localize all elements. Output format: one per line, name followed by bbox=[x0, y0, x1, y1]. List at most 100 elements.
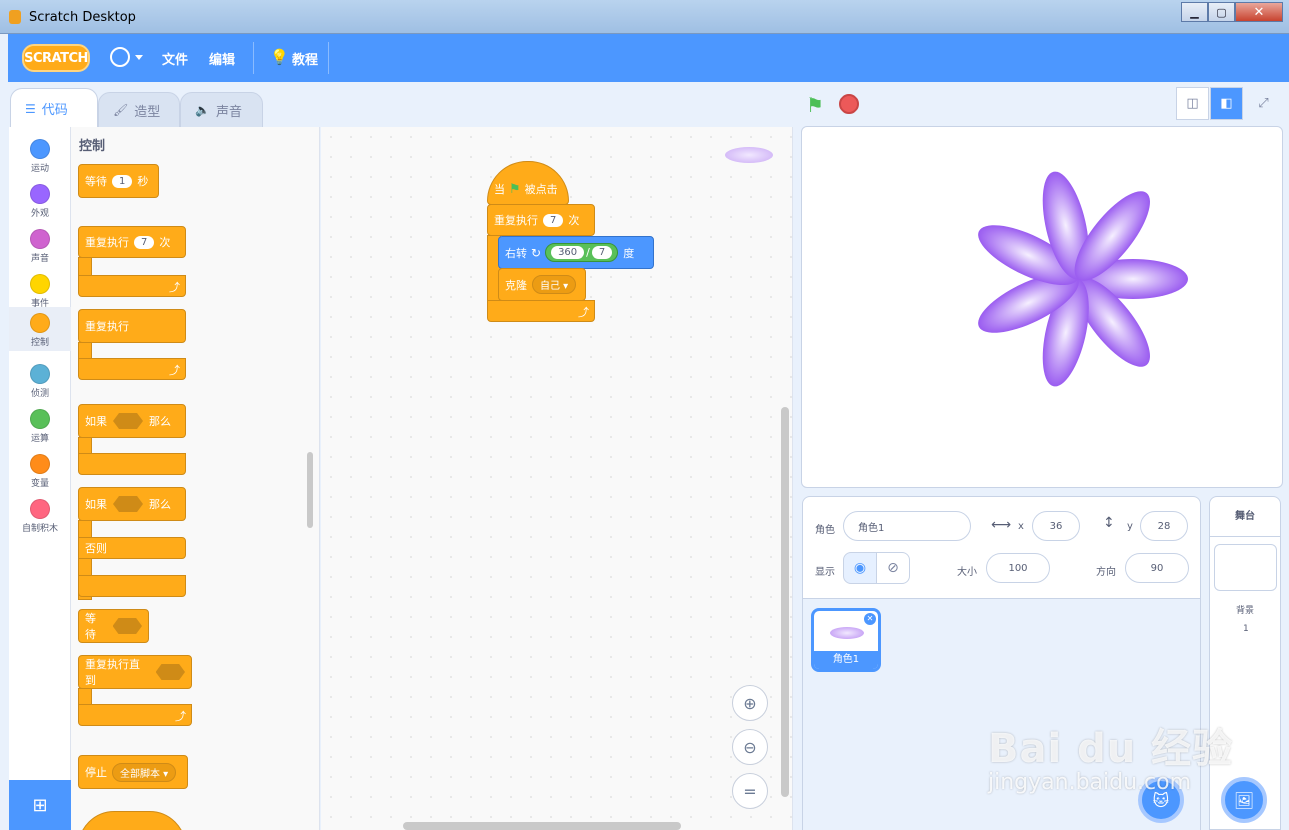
backdrops-count: 1 bbox=[1243, 624, 1249, 634]
tab-sounds[interactable]: 🔈 声音 bbox=[180, 92, 263, 128]
code-workspace[interactable]: 当 ⚑ 被点击 重复执行 7 次 右转 ↻ 360 / 7 度 克隆 自己 ▾ … bbox=[321, 127, 793, 830]
sprite-name-input[interactable]: 角色1 bbox=[843, 511, 971, 541]
loop-arrow-icon: ⤴ bbox=[578, 306, 589, 319]
zoom-reset-button[interactable]: = bbox=[732, 773, 768, 809]
tab-code-label: 代码 bbox=[41, 103, 68, 118]
block-label: 秒 bbox=[137, 175, 149, 188]
tab-costumes-label: 造型 bbox=[134, 104, 161, 120]
block-input[interactable]: 7 bbox=[134, 235, 155, 249]
category-motion[interactable]: 运动 bbox=[9, 133, 71, 177]
block-repeat-until[interactable]: 重复执行直到 bbox=[78, 655, 192, 689]
x-input[interactable]: 36 bbox=[1032, 511, 1080, 541]
zoom-in-button[interactable]: ⊕ bbox=[732, 685, 768, 721]
block-input[interactable]: 1 bbox=[112, 174, 133, 188]
hide-sprite-button[interactable]: ⊘ bbox=[876, 552, 910, 584]
category-menu: 运动 外观 声音 事件 控制 侦测 运算 变量 自制积木 bbox=[9, 127, 71, 830]
workspace-horizontal-scrollbar[interactable] bbox=[403, 822, 681, 830]
minimize-button[interactable]: ▁ bbox=[1181, 2, 1208, 22]
small-stage-icon: ◫ bbox=[1186, 96, 1199, 111]
close-button[interactable]: ✕ bbox=[1235, 2, 1283, 22]
block-input[interactable]: 7 bbox=[543, 213, 564, 227]
direction-input[interactable]: 90 bbox=[1125, 553, 1189, 583]
backdrops-label: 背景 bbox=[1236, 606, 1255, 616]
scratch-logo[interactable]: SCRATCH bbox=[22, 44, 90, 72]
tab-costumes[interactable]: 🖌 造型 bbox=[98, 92, 180, 128]
block-if-else[interactable]: 如果 那么 bbox=[78, 487, 186, 521]
maximize-button[interactable]: ▢ bbox=[1208, 2, 1235, 22]
block-dropdown[interactable]: 全部脚本 ▾ bbox=[112, 762, 177, 782]
category-variables[interactable]: 变量 bbox=[9, 448, 71, 492]
globe-icon[interactable] bbox=[110, 47, 130, 67]
category-sensing-dot bbox=[30, 364, 50, 384]
category-motion-dot bbox=[30, 139, 50, 159]
block-wait[interactable]: 等待 1 秒 bbox=[78, 164, 159, 198]
fullscreen-button[interactable]: ⤢ bbox=[1247, 87, 1280, 120]
tab-code[interactable]: ☰ 代码 bbox=[10, 88, 98, 128]
stop-button[interactable] bbox=[839, 94, 859, 114]
block-input[interactable]: 360 bbox=[551, 246, 585, 259]
y-label: y bbox=[1127, 521, 1133, 532]
category-label: 侦测 bbox=[30, 389, 49, 399]
menu-divider bbox=[328, 42, 329, 74]
operator-divide[interactable]: 360 / 7 bbox=[545, 243, 619, 262]
block-boolean-slot[interactable] bbox=[113, 496, 143, 512]
stage-canvas[interactable] bbox=[801, 126, 1283, 488]
brush-icon: 🖌 bbox=[113, 103, 129, 117]
block-boolean-slot[interactable] bbox=[112, 618, 142, 634]
direction-label: 方向 bbox=[1096, 567, 1116, 578]
sprite-name-label: 角色 bbox=[815, 525, 835, 536]
block-create-clone[interactable]: 克隆 自己 ▾ bbox=[498, 268, 586, 301]
block-stop[interactable]: 停止 全部脚本 ▾ bbox=[78, 755, 188, 789]
eye-icon: ◉ bbox=[853, 560, 867, 576]
category-label: 运算 bbox=[30, 434, 49, 444]
menu-edit[interactable]: 编辑 bbox=[209, 49, 235, 68]
add-extension-button[interactable]: ⊞ bbox=[9, 780, 71, 830]
block-when-flag-clicked[interactable]: 当 ⚑ 被点击 bbox=[487, 161, 569, 205]
window-titlebar: Scratch Desktop ▁ ▢ ✕ bbox=[0, 0, 1289, 34]
block-if-then[interactable]: 如果 那么 bbox=[78, 404, 186, 438]
menu-tutorials[interactable]: 教程 bbox=[292, 49, 318, 68]
block-boolean-slot[interactable] bbox=[113, 413, 143, 429]
size-label: 大小 bbox=[957, 567, 977, 578]
category-sensing[interactable]: 侦测 bbox=[9, 358, 71, 402]
category-label: 声音 bbox=[30, 254, 49, 264]
delete-sprite-icon[interactable]: ✕ bbox=[864, 613, 876, 625]
category-my-blocks[interactable]: 自制积木 bbox=[9, 493, 71, 537]
menu-divider bbox=[253, 42, 254, 74]
block-label: 重复执行 bbox=[85, 320, 129, 333]
palette-scrollbar[interactable] bbox=[307, 452, 313, 528]
block-forever[interactable]: 重复执行 bbox=[78, 309, 186, 343]
block-boolean-slot[interactable] bbox=[155, 664, 185, 680]
block-repeat[interactable]: 重复执行 7 次 bbox=[78, 226, 186, 258]
category-sound[interactable]: 声音 bbox=[9, 223, 71, 267]
sprite-card[interactable]: ✕ 角色1 bbox=[811, 608, 881, 672]
add-backdrop-button[interactable]: 🖼 bbox=[1221, 777, 1267, 823]
workspace-vertical-scrollbar[interactable] bbox=[781, 407, 789, 797]
show-sprite-button[interactable]: ◉ bbox=[843, 552, 877, 584]
lightbulb-icon[interactable]: 💡 bbox=[270, 48, 289, 66]
menu-file[interactable]: 文件 bbox=[162, 49, 188, 68]
zoom-out-icon: ⊖ bbox=[743, 737, 757, 757]
code-icon: ☰ bbox=[25, 101, 36, 116]
y-input[interactable]: 28 bbox=[1140, 511, 1188, 541]
category-operators[interactable]: 运算 bbox=[9, 403, 71, 447]
block-dropdown[interactable]: 自己 ▾ bbox=[532, 275, 577, 294]
block-repeat[interactable]: 重复执行 7 次 bbox=[487, 204, 595, 236]
green-flag-button[interactable]: ⚑ bbox=[806, 93, 824, 117]
category-control[interactable]: 控制 bbox=[9, 307, 71, 351]
large-stage-button[interactable]: ◧ bbox=[1210, 87, 1243, 120]
block-turn-right[interactable]: 右转 ↻ 360 / 7 度 bbox=[498, 236, 654, 269]
category-looks[interactable]: 外观 bbox=[9, 178, 71, 222]
add-extension-icon: ⊞ bbox=[32, 794, 48, 816]
chevron-down-icon[interactable] bbox=[135, 55, 143, 60]
size-input[interactable]: 100 bbox=[986, 553, 1050, 583]
block-wait-until[interactable]: 等待 bbox=[78, 609, 149, 643]
horizontal-arrows-icon: ⟷ bbox=[991, 517, 1012, 533]
block-input[interactable]: 7 bbox=[591, 246, 613, 259]
category-events[interactable]: 事件 bbox=[9, 268, 71, 312]
small-stage-button[interactable]: ◫ bbox=[1176, 87, 1209, 120]
block-hat-partial[interactable] bbox=[78, 811, 186, 830]
category-label: 变量 bbox=[30, 479, 49, 489]
category-operators-dot bbox=[30, 409, 50, 429]
zoom-out-button[interactable]: ⊖ bbox=[732, 729, 768, 765]
